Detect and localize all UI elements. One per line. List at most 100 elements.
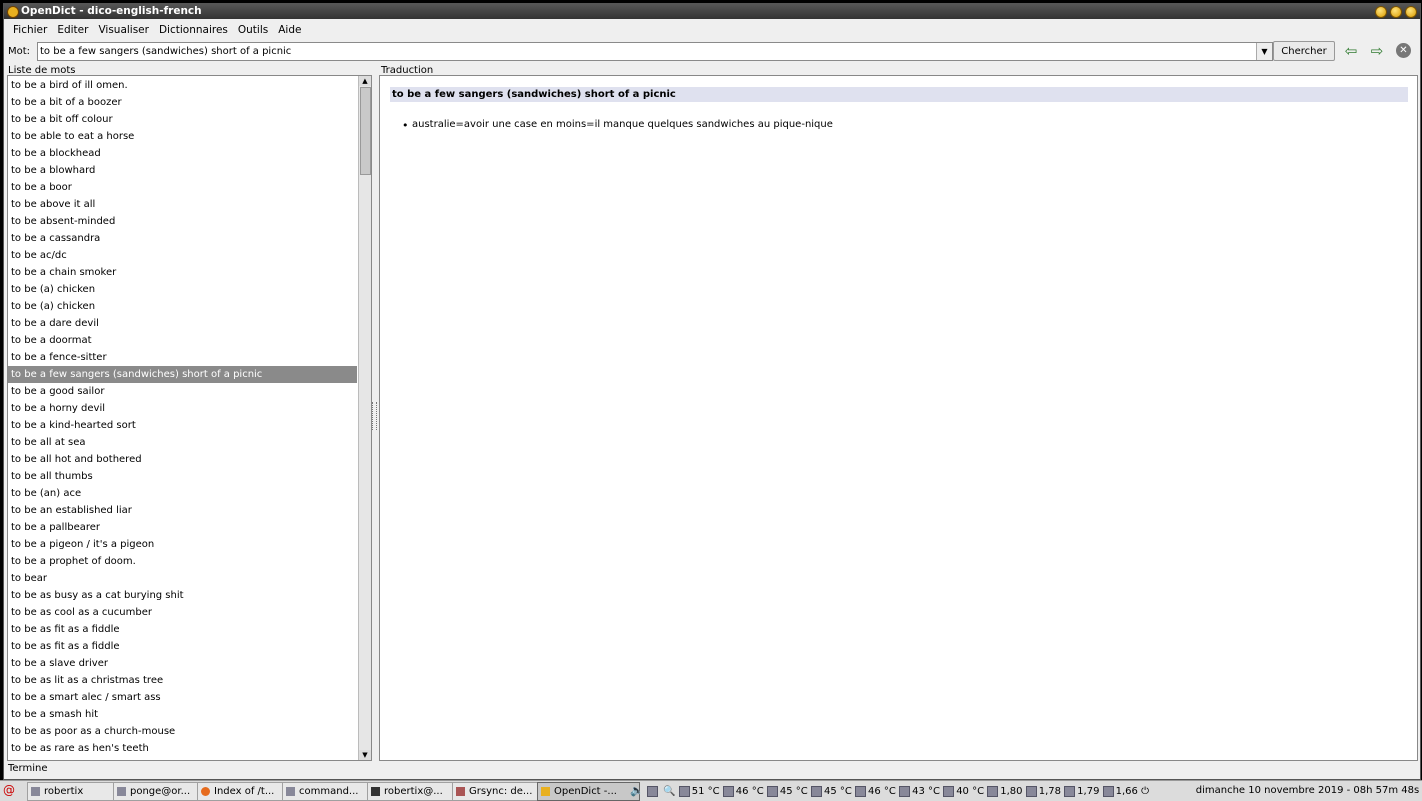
load-4: 1,66 xyxy=(1115,786,1138,797)
terminal-icon xyxy=(286,787,295,796)
word-list-item[interactable]: to be a boor xyxy=(8,179,357,196)
temp-2: 46 °C xyxy=(735,786,764,797)
word-list-item[interactable]: to be all hot and bothered xyxy=(8,451,357,468)
scroll-up-icon[interactable]: ▲ xyxy=(359,76,371,86)
word-list-item[interactable]: to be a good sailor xyxy=(8,383,357,400)
word-list-item[interactable]: to be a smart alec / smart ass xyxy=(8,689,357,706)
word-list-item[interactable]: to be as fit as a fiddle xyxy=(8,638,357,655)
task-label: Index of /t... xyxy=(214,786,275,797)
word-list-item[interactable]: to be a pigeon / it's a pigeon xyxy=(8,536,357,553)
menu-aide[interactable]: Aide xyxy=(273,24,306,36)
word-combobox[interactable]: ▼ xyxy=(37,42,1273,61)
word-list: to be a bird of ill omen. to be a bit of … xyxy=(8,77,357,757)
window-title: OpenDict - dico-english-french xyxy=(21,5,202,17)
power-icon[interactable]: ⏻ xyxy=(1141,786,1149,797)
word-list-item[interactable]: to be a few sangers (sandwiches) short o… xyxy=(8,366,357,383)
word-list-item[interactable]: to be a blowhard xyxy=(8,162,357,179)
close-icon[interactable]: ✕ xyxy=(1396,43,1411,58)
terminal-icon xyxy=(371,787,380,796)
sensor-icon xyxy=(943,785,955,797)
menu-outils[interactable]: Outils xyxy=(233,24,273,36)
word-list-item[interactable]: to be a bird of ill omen. xyxy=(8,77,357,94)
pane-splitter-handle[interactable] xyxy=(372,402,377,430)
task-label: OpenDict -... xyxy=(554,786,617,797)
word-list-item[interactable]: to be as lit as a christmas tree xyxy=(8,672,357,689)
magnifier-icon[interactable]: 🔍 xyxy=(663,786,675,797)
menu-bar: Fichier Editer Visualiser Dictionnaires … xyxy=(4,20,1420,39)
word-list-item[interactable]: to be as cool as a cucumber xyxy=(8,604,357,621)
arrow-left-icon[interactable]: ⇦ xyxy=(1341,42,1361,60)
task-label: command... xyxy=(299,786,359,797)
word-list-item[interactable]: to bear xyxy=(8,570,357,587)
word-list-item[interactable]: to be all at sea xyxy=(8,434,357,451)
arrow-right-icon[interactable]: ⇨ xyxy=(1367,42,1387,60)
task-opendict[interactable]: OpenDict -... xyxy=(537,782,640,801)
word-list-item[interactable]: to be a prophet of doom. xyxy=(8,553,357,570)
word-list-item[interactable]: to be a dare devil xyxy=(8,315,357,332)
word-list-item[interactable]: to be a blockhead xyxy=(8,145,357,162)
word-list-item[interactable]: to be all thumbs xyxy=(8,468,357,485)
scrollbar-thumb[interactable] xyxy=(360,87,371,175)
vertical-scrollbar[interactable]: ▲ ▼ xyxy=(358,76,371,760)
word-list-item[interactable]: to be a bit off colour xyxy=(8,111,357,128)
word-list-item[interactable]: to be a horny devil xyxy=(8,400,357,417)
temp-1: 51 °C xyxy=(691,786,720,797)
word-list-item[interactable]: to be able to eat a horse xyxy=(8,128,357,145)
menu-dictionnaires[interactable]: Dictionnaires xyxy=(154,24,233,36)
maximize-button[interactable] xyxy=(1390,6,1402,18)
word-list-item[interactable]: to be as poor as a church-mouse xyxy=(8,723,357,740)
scroll-down-icon[interactable]: ▼ xyxy=(359,750,371,760)
word-list-item[interactable]: to be a fence-sitter xyxy=(8,349,357,366)
word-list-item[interactable]: to be a chain smoker xyxy=(8,264,357,281)
sensor-icon xyxy=(810,785,822,797)
search-button[interactable]: Chercher xyxy=(1273,41,1335,61)
word-list-item[interactable]: to be a cassandra xyxy=(8,230,357,247)
firefox-icon xyxy=(201,787,210,796)
word-list-item[interactable]: to be (a) chicken xyxy=(8,298,357,315)
chevron-down-icon[interactable]: ▼ xyxy=(1256,43,1272,60)
word-list-panel: to be a bird of ill omen. to be a bit of … xyxy=(7,75,372,761)
sensor-icon xyxy=(722,785,734,797)
folder-icon xyxy=(31,787,40,796)
app-icon[interactable] xyxy=(7,6,19,18)
task-robertix[interactable]: robertix xyxy=(27,782,127,801)
word-list-item[interactable]: to be absent-minded xyxy=(8,213,357,230)
cpu-icon xyxy=(987,785,999,797)
word-list-item[interactable]: to be a smash hit xyxy=(8,706,357,723)
title-bar[interactable]: OpenDict - dico-english-french xyxy=(4,4,1420,19)
task-label: ponge@or... xyxy=(130,786,191,797)
minimize-button[interactable] xyxy=(1375,6,1387,18)
word-list-item[interactable]: to be a doormat xyxy=(8,332,357,349)
word-list-item[interactable]: to be a pallbearer xyxy=(8,519,357,536)
temp-3: 45 °C xyxy=(779,786,808,797)
temp-4: 45 °C xyxy=(823,786,852,797)
menu-fichier[interactable]: Fichier xyxy=(8,24,52,36)
menu-visualiser[interactable]: Visualiser xyxy=(93,24,154,36)
load-3: 1,79 xyxy=(1077,786,1100,797)
word-list-item[interactable]: to be (a) chicken xyxy=(8,281,357,298)
grsync-icon xyxy=(456,787,465,796)
word-list-item[interactable]: to be as fit as a fiddle xyxy=(8,621,357,638)
word-list-item[interactable]: to be a bit of a boozer xyxy=(8,94,357,111)
word-list-item[interactable]: to be as busy as a cat burying shit xyxy=(8,587,357,604)
word-list-item[interactable]: to be a kind-hearted sort xyxy=(8,417,357,434)
word-list-item[interactable]: to be ac/dc xyxy=(8,247,357,264)
network-icon[interactable] xyxy=(646,785,658,797)
temp-5: 46 °C xyxy=(868,786,896,797)
word-list-item[interactable]: to be an established liar xyxy=(8,502,357,519)
menu-editer[interactable]: Editer xyxy=(52,24,93,36)
word-list-item[interactable]: to be a slave driver xyxy=(8,655,357,672)
cpu-icon xyxy=(1025,785,1037,797)
system-tray: 🔈 🔍 51 °C 46 °C 45 °C 45 °C 46 °C 43 °C … xyxy=(630,782,1149,799)
word-list-item[interactable]: to be (an) ace xyxy=(8,485,357,502)
cpu-icon xyxy=(1102,785,1114,797)
word-input[interactable] xyxy=(40,43,1250,60)
word-list-item[interactable]: to be as rare as hen's teeth xyxy=(8,740,357,757)
status-text: Termine xyxy=(8,763,48,774)
debian-menu-icon[interactable]: @ xyxy=(3,784,15,796)
close-window-button[interactable] xyxy=(1405,6,1417,18)
volume-icon[interactable]: 🔈 xyxy=(630,784,644,797)
task-label: Grsync: de... xyxy=(469,786,533,797)
word-list-item[interactable]: to be above it all xyxy=(8,196,357,213)
sensor-icon xyxy=(766,785,778,797)
